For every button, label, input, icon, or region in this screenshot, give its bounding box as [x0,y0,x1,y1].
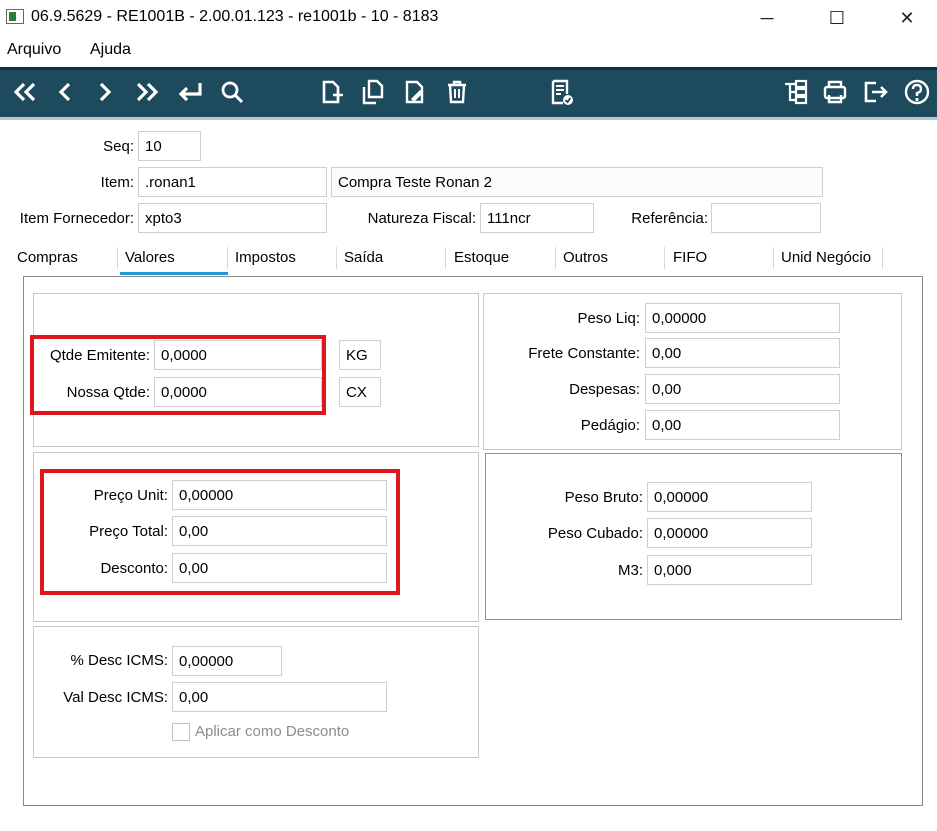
copy-icon[interactable] [356,74,390,110]
desc-icms-label: % Desc ICMS: [70,652,168,669]
peso-bruto-label: Peso Bruto: [564,489,643,506]
window-title: 06.9.5629 - RE1001B - 2.00.01.123 - re10… [31,8,439,25]
help-icon[interactable] [900,74,934,110]
item-label: Item: [100,174,134,191]
new-icon[interactable] [314,74,348,110]
previous-icon[interactable] [50,74,80,110]
nossa-qtde-label: Nossa Qtde: [66,384,150,401]
menu-arquivo[interactable]: Arquivo [7,41,61,59]
pedagio-label: Pedágio: [580,417,640,434]
tab-separator [773,247,774,269]
first-icon[interactable] [8,74,42,110]
tab-separator [227,247,228,269]
tab-valores-indicator [120,272,228,275]
maximize-button[interactable]: ☐ [814,5,860,31]
item-fornecedor-label: Item Fornecedor: [19,210,134,227]
referencia-label: Referência: [631,210,708,227]
tab-valores[interactable]: Valores [125,249,175,266]
tab-compras[interactable]: Compras [17,249,78,266]
natureza-fiscal-label: Natureza Fiscal: [367,210,476,227]
peso-liq-field[interactable]: 0,00000 [645,303,840,333]
tree-icon[interactable] [778,74,812,110]
delete-icon[interactable] [440,74,474,110]
frete-constante-label: Frete Constante: [528,345,640,362]
val-desc-icms-field[interactable]: 0,00 [172,682,387,712]
natureza-fiscal-field[interactable]: 111ncr [480,203,594,233]
m3-label: M3: [617,562,643,579]
qtde-emitente-unit[interactable]: KG [339,340,381,370]
tab-separator [555,247,556,269]
tab-outros[interactable]: Outros [563,249,608,266]
tab-impostos[interactable]: Impostos [235,249,296,266]
close-button[interactable]: ✕ [884,5,930,31]
preco-total-label: Preço Total: [89,523,168,540]
pedagio-field[interactable]: 0,00 [645,410,840,440]
item-field[interactable]: .ronan1 [138,167,327,197]
tab-saida[interactable]: Saída [344,249,383,266]
qtde-emitente-field[interactable]: 0,0000 [154,340,322,370]
goto-icon[interactable] [172,74,208,110]
edit-icon[interactable] [398,74,432,110]
peso-cubado-label: Peso Cubado: [547,525,643,542]
nossa-qtde-field[interactable]: 0,0000 [154,377,322,407]
nossa-qtde-unit[interactable]: CX [339,377,381,407]
referencia-field[interactable] [711,203,821,233]
peso-cubado-field[interactable]: 0,00000 [647,518,812,548]
aplicar-desconto-checkbox[interactable] [172,723,190,741]
app-icon [6,9,24,24]
qtde-emitente-label: Qtde Emitente: [49,347,150,364]
preco-total-field[interactable]: 0,00 [172,516,387,546]
last-icon[interactable] [130,74,164,110]
item-description-field[interactable]: Compra Teste Ronan 2 [331,167,823,197]
tab-estoque[interactable]: Estoque [454,249,509,266]
search-icon[interactable] [216,74,248,110]
desc-icms-field[interactable]: 0,00000 [172,646,282,676]
tab-unid-negocio[interactable]: Unid Negócio [781,249,877,266]
preco-unit-label: Preço Unit: [93,487,168,504]
seq-label: Seq: [103,138,134,155]
desconto-label: Desconto: [100,560,168,577]
exit-icon[interactable] [858,74,892,110]
seq-field[interactable]: 10 [138,131,201,161]
val-desc-icms-label: Val Desc ICMS: [63,689,168,706]
tab-separator [336,247,337,269]
item-fornecedor-field[interactable]: xpto3 [138,203,327,233]
tab-separator [664,247,665,269]
next-icon[interactable] [90,74,120,110]
frete-constante-field[interactable]: 0,00 [645,338,840,368]
peso-liq-label: Peso Liq: [577,310,640,327]
desconto-field[interactable]: 0,00 [172,553,387,583]
preco-unit-field[interactable]: 0,00000 [172,480,387,510]
toolbar-divider [0,117,937,120]
menu-ajuda[interactable]: Ajuda [90,41,131,59]
despesas-label: Despesas: [569,381,640,398]
list-check-icon[interactable] [544,74,578,110]
tab-separator [882,247,883,269]
despesas-field[interactable]: 0,00 [645,374,840,404]
tab-separator [445,247,446,269]
aplicar-desconto-label: Aplicar como Desconto [195,723,350,740]
peso-bruto-field[interactable]: 0,00000 [647,482,812,512]
m3-field[interactable]: 0,000 [647,555,812,585]
print-icon[interactable] [818,74,852,110]
minimize-button[interactable]: ─ [744,5,790,31]
tab-fifo[interactable]: FIFO [673,249,707,266]
tab-separator [117,247,118,269]
